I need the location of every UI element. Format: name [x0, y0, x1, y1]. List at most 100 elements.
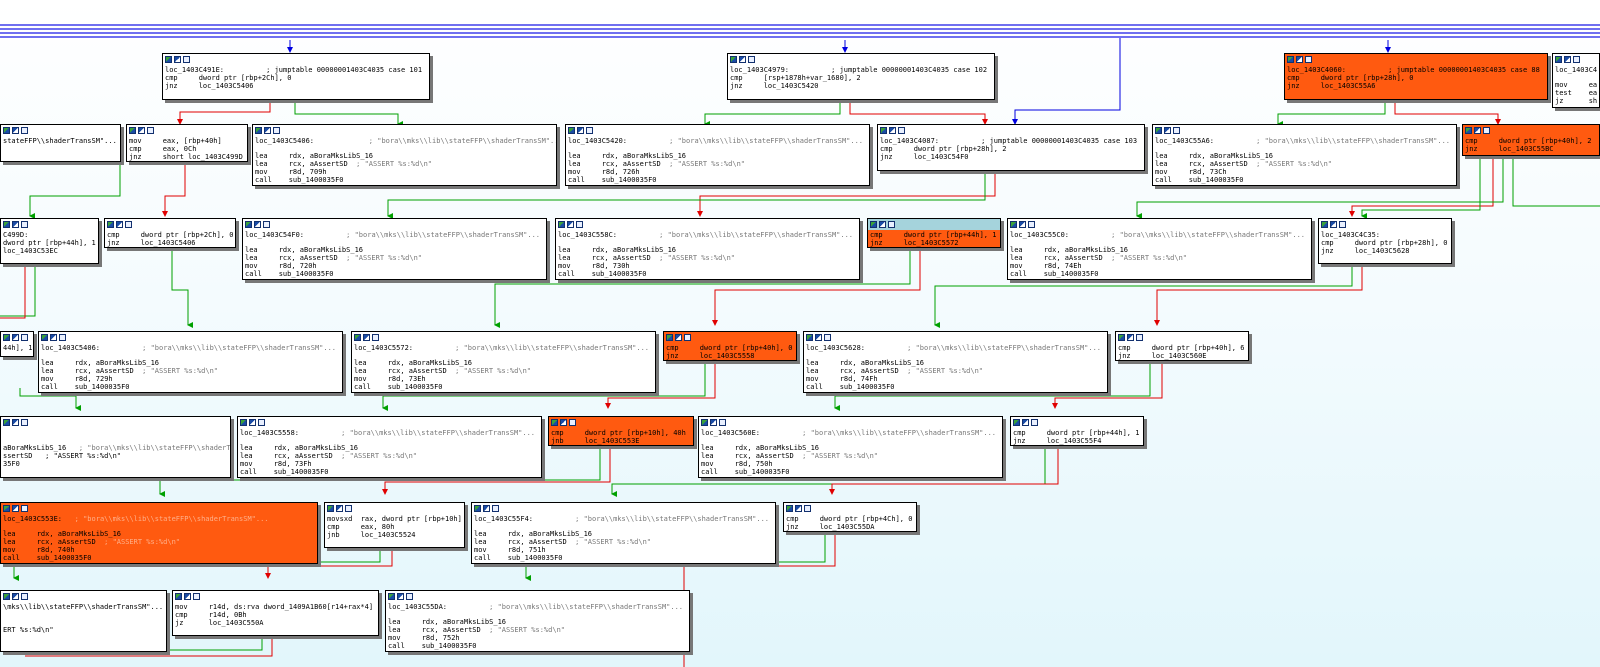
asm-line[interactable]: loc_1403C5558: ; "bora\\mks\\lib\\stateF…: [240, 429, 539, 437]
graph-group-icon[interactable]: [675, 334, 682, 341]
asm-line[interactable]: \mks\\lib\\stateFFP\\shaderTransSM"...: [3, 603, 164, 611]
node-loc-1403c4079[interactable]: loc_1403C4979: ; jumptable 00000001403C4…: [727, 53, 995, 100]
asm-line[interactable]: lea rcx, aAssertSD ; "ASSERT %s:%d\n": [701, 452, 1000, 460]
asm-line[interactable]: lea rcx, aAssertSD ; "ASSERT %s:%d\n": [806, 367, 1105, 375]
asm-line[interactable]: call sub_1400035F0: [474, 554, 773, 562]
node-header[interactable]: [1553, 54, 1599, 65]
asm-line[interactable]: lea rcx, aAssertSD ; "ASSERT %s:%d\n": [240, 452, 539, 460]
node-cmp-rbp4c[interactable]: cmp dword ptr [rbp+4Ch], 0 jnz loc_1403C5…: [783, 502, 917, 532]
graph-comment-icon[interactable]: [492, 505, 499, 512]
asm-line[interactable]: mov eax, [rbp+40h]: [129, 137, 245, 145]
asm-line[interactable]: mov r8d, 74Eh: [1010, 262, 1309, 270]
asm-line[interactable]: dword ptr [rbp+44h], 1: [3, 239, 96, 247]
asm-line[interactable]: jnz loc_1403C55BC: [1465, 145, 1597, 153]
graph-comment-icon[interactable]: [586, 127, 593, 134]
asm-line[interactable]: mov r14d, ds:rva dword_1409A1B60[r14+rax…: [175, 603, 376, 611]
node-header[interactable]: [549, 417, 693, 428]
node-header[interactable]: [868, 219, 1000, 230]
asm-line[interactable]: lea rdx, aBoraMksLibS_16: [474, 530, 773, 538]
node-header[interactable]: [1, 332, 33, 343]
graph-comment-icon[interactable]: [1339, 221, 1346, 228]
node-header[interactable]: [127, 125, 247, 136]
asm-line[interactable]: lea rcx, aAssertSD ; "ASSERT %s:%d\n": [388, 626, 687, 634]
asm-line[interactable]: loc_1403C560E: ; "bora\\mks\\lib\\stateF…: [701, 429, 1000, 437]
graph-color-icon[interactable]: [41, 334, 48, 341]
asm-line[interactable]: mov r8d, 729h: [41, 375, 340, 383]
graph-comment-icon[interactable]: [1573, 56, 1580, 63]
asm-line[interactable]: cmp r14d, 0Bh: [175, 611, 376, 619]
asm-line[interactable]: jnz loc_1403C560E: [1118, 352, 1246, 360]
asm-line[interactable]: mov r8d, 73Fh: [240, 460, 539, 468]
graph-color-icon[interactable]: [1555, 56, 1562, 63]
node-loc-1403c55da[interactable]: loc_1403C55DA: ; "bora\\mks\\lib\\stateF…: [385, 590, 690, 652]
graph-comment-icon[interactable]: [406, 593, 413, 600]
node-loc-1403c553e[interactable]: loc_1403C553E: ; "bora\\mks\\lib\\stateF…: [0, 502, 318, 564]
graph-comment-icon[interactable]: [748, 56, 755, 63]
graph-group-icon[interactable]: [1022, 419, 1029, 426]
asm-line[interactable]: lea rdx, aBoraMksLibS_16: [1010, 246, 1309, 254]
node-movsxd-rax[interactable]: movsxd rax, dword ptr [rbp+10h] cmp eax, …: [324, 502, 465, 548]
node-header[interactable]: [1153, 125, 1456, 136]
graph-color-icon[interactable]: [255, 127, 262, 134]
asm-line[interactable]: cmp dword ptr [rbp+4Ch], 0: [786, 515, 914, 523]
graph-group-icon[interactable]: [12, 505, 19, 512]
graph-color-icon[interactable]: [730, 56, 737, 63]
node-header[interactable]: [163, 54, 429, 65]
graph-group-icon[interactable]: [567, 221, 574, 228]
asm-line[interactable]: call sub_1400035F0: [806, 383, 1105, 391]
asm-line[interactable]: lea rdx, aBoraMksLibS_16: [3, 530, 315, 538]
graph-comment-icon[interactable]: [1028, 221, 1035, 228]
asm-line[interactable]: loc_1403C4979: ; jumptable 00000001403C4…: [730, 66, 992, 74]
asm-line[interactable]: lea rcx, aAssertSD ; "ASSERT %s:%d\n": [255, 160, 554, 168]
graph-color-icon[interactable]: [3, 505, 10, 512]
graph-group-icon[interactable]: [397, 593, 404, 600]
asm-line[interactable]: cmp dword ptr [rbp+28h], 0: [1287, 74, 1545, 82]
node-cmp-rbp40-6[interactable]: cmp dword ptr [rbp+40h], 6 jnz loc_1403C5…: [1115, 331, 1249, 361]
node-loc-1403c55f4[interactable]: loc_1403C55F4: ; "bora\\mks\\lib\\stateF…: [471, 502, 776, 564]
graph-color-icon[interactable]: [3, 593, 10, 600]
graph-group-icon[interactable]: [1127, 334, 1134, 341]
node-header[interactable]: [784, 503, 916, 514]
asm-line[interactable]: jz sh: [1555, 97, 1597, 105]
asm-line[interactable]: loc_1403C5406: ; "bora\\mks\\lib\\stateF…: [41, 344, 340, 352]
node-header[interactable]: [566, 125, 869, 136]
graph-color-icon[interactable]: [327, 505, 334, 512]
asm-line[interactable]: lea rdx, aBoraMksLibS_16: [41, 359, 340, 367]
graph-group-icon[interactable]: [710, 419, 717, 426]
graph-comment-icon[interactable]: [183, 56, 190, 63]
graph-comment-icon[interactable]: [372, 334, 379, 341]
asm-line[interactable]: lea rcx, aAssertSD ; "ASSERT %s:%d\n": [354, 367, 653, 375]
asm-line[interactable]: cmp dword ptr [rbp+44h], 1: [1013, 429, 1141, 437]
graph-group-icon[interactable]: [116, 221, 123, 228]
node-header[interactable]: [1285, 54, 1547, 65]
graph-color-icon[interactable]: [1287, 56, 1294, 63]
graph-color-icon[interactable]: [1465, 127, 1472, 134]
asm-line[interactable]: jnz loc_1403C55DA: [786, 523, 914, 531]
asm-line[interactable]: loc_1403C5628: ; "bora\\mks\\lib\\stateF…: [806, 344, 1105, 352]
graph-color-icon[interactable]: [701, 419, 708, 426]
asm-line[interactable]: movsxd rax, dword ptr [rbp+10h]: [327, 515, 462, 523]
asm-line[interactable]: call sub_1400035F0: [3, 554, 315, 562]
asm-line[interactable]: jz loc_1403C550A: [175, 619, 376, 627]
asm-line[interactable]: lea rdx, aBoraMksLibS_16: [255, 152, 554, 160]
graph-comment-icon[interactable]: [824, 334, 831, 341]
node-header[interactable]: [804, 332, 1107, 343]
node-cmp-rbp40-right[interactable]: cmp dword ptr [rbp+40h], 2 jnz loc_1403C5…: [1462, 124, 1600, 156]
node-header[interactable]: [243, 219, 546, 230]
node-loc-140304e[interactable]: loc_1403C491E: ; jumptable 00000001403C4…: [162, 53, 430, 100]
graph-comment-icon[interactable]: [21, 419, 28, 426]
graph-comment-icon[interactable]: [21, 221, 28, 228]
graph-group-icon[interactable]: [12, 127, 19, 134]
asm-line[interactable]: loc_1403C491E: ; jumptable 00000001403C4…: [165, 66, 427, 74]
node-loc-1403c4060[interactable]: loc_1403C4060: ; jumptable 00000001403C4…: [1284, 53, 1548, 100]
asm-line[interactable]: mov r8d, 720h: [245, 262, 544, 270]
graph-color-icon[interactable]: [129, 127, 136, 134]
asm-line[interactable]: jnz loc_1403C5406: [107, 239, 233, 247]
node-header[interactable]: [1116, 332, 1248, 343]
node-partial-left-b[interactable]: 44h], 1: [0, 331, 34, 357]
asm-line[interactable]: jnz loc_1403C5572: [870, 239, 998, 247]
graph-group-icon[interactable]: [483, 505, 490, 512]
asm-line[interactable]: mov r8d, 74Fh: [806, 375, 1105, 383]
graph-comment-icon[interactable]: [1031, 419, 1038, 426]
asm-line[interactable]: lea rcx, aAssertSD ; "ASSERT %s:%d\n": [474, 538, 773, 546]
